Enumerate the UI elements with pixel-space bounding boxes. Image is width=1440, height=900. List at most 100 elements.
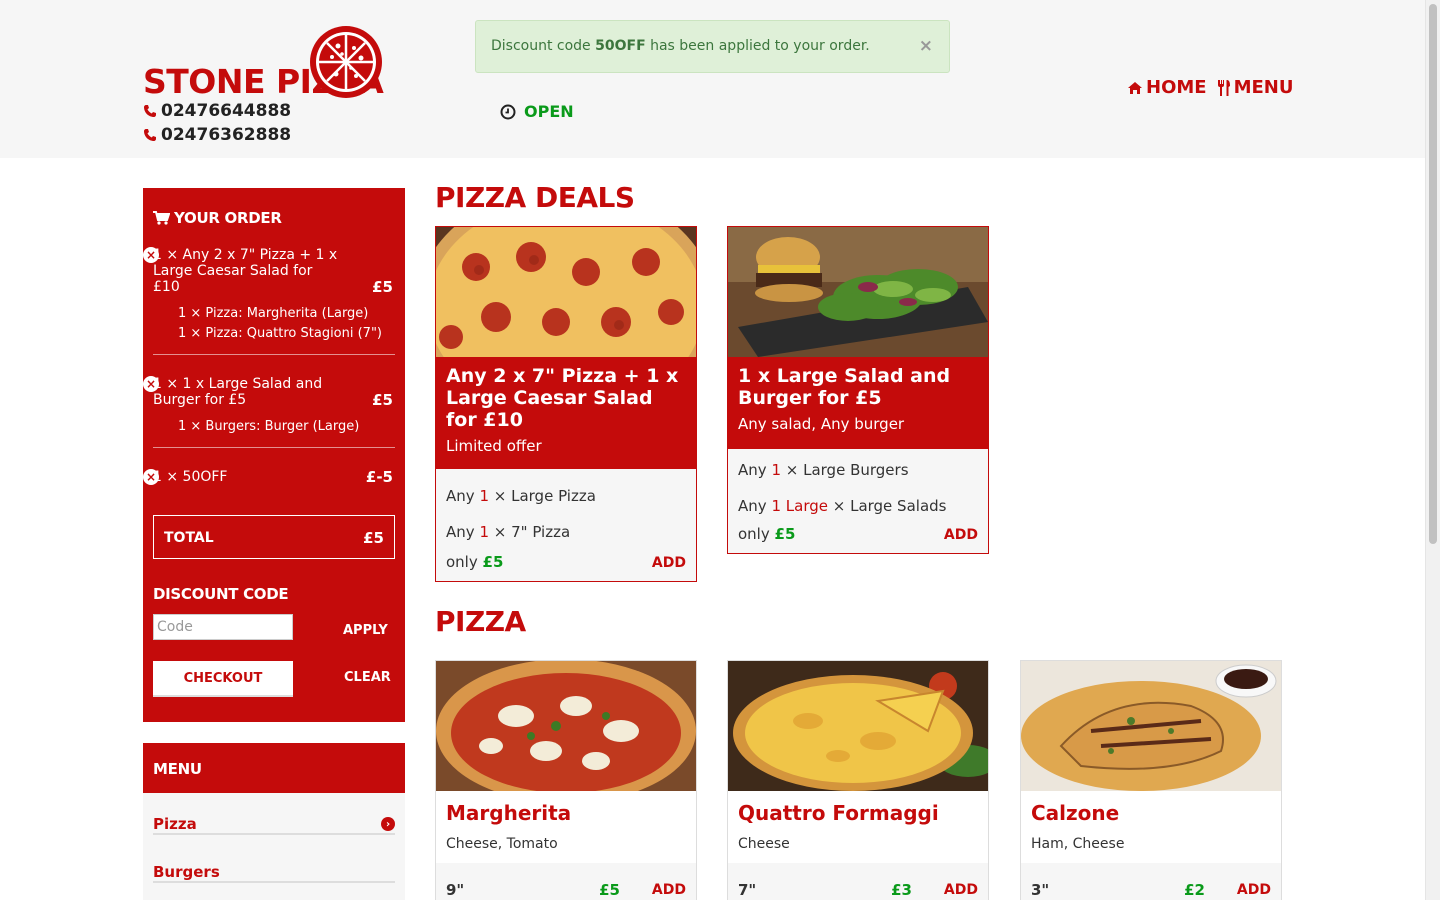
pizza-price: £2 bbox=[1184, 881, 1205, 899]
pizza-logo-icon bbox=[310, 26, 382, 98]
req-qty: 1 bbox=[771, 461, 781, 479]
order-divider bbox=[153, 447, 395, 448]
pizza-name: Margherita bbox=[446, 801, 572, 825]
chevron-right-icon: › bbox=[381, 817, 395, 831]
pizza-size: 7" bbox=[738, 881, 757, 899]
order-line: × 1 × 50OFF £-5 bbox=[143, 469, 395, 485]
add-deal-button[interactable]: ADD bbox=[944, 527, 978, 543]
cart-icon bbox=[153, 211, 170, 225]
quattro-formaggi-image bbox=[728, 661, 988, 791]
deal-price: only £5 bbox=[446, 553, 503, 571]
pizza-ingredients: Cheese, Tomato bbox=[446, 836, 558, 852]
order-panel: YOUR ORDER × 1 × Any 2 x 7" Pizza + 1 x … bbox=[143, 188, 405, 722]
apply-discount-button[interactable]: APPLY bbox=[343, 623, 388, 638]
deal-requirement: Any 1 × 7" Pizza bbox=[446, 523, 686, 541]
nav-menu-label: MENU bbox=[1233, 77, 1294, 98]
menu-item-burgers[interactable]: Burgers bbox=[153, 841, 395, 883]
menu-item-label: Pizza bbox=[153, 815, 197, 833]
nav-home[interactable]: HOME bbox=[1127, 77, 1207, 98]
close-alert-button[interactable]: × bbox=[919, 36, 933, 56]
add-pizza-button[interactable]: ADD bbox=[652, 882, 686, 898]
req-item: × Large Pizza bbox=[493, 487, 596, 505]
deal-description: Any salad, Any burger bbox=[738, 415, 905, 433]
nav-menu[interactable]: MENU bbox=[1217, 77, 1294, 98]
remove-item-icon[interactable]: × bbox=[143, 469, 159, 485]
order-line-price: £5 bbox=[372, 278, 393, 296]
section-title-pizza: PIZZA bbox=[435, 605, 526, 638]
discount-code-label: DISCOUNT CODE bbox=[153, 585, 289, 603]
order-total: TOTAL £5 bbox=[153, 515, 395, 559]
pizza-option-row: 7" £3 ADD bbox=[728, 863, 988, 900]
clock-icon bbox=[500, 104, 516, 119]
pizza-option-row: 3" £2 ADD bbox=[1021, 863, 1281, 900]
pizza-option-row: 9" £5 ADD bbox=[436, 863, 696, 900]
pepperoni-pizza-image bbox=[436, 227, 696, 357]
cutlery-icon bbox=[1217, 79, 1230, 96]
menu-panel-title: MENU bbox=[143, 743, 405, 793]
req-any: Any bbox=[738, 461, 767, 479]
menu-item-label: Burgers bbox=[153, 863, 220, 881]
logo[interactable]: STONE PIZZA bbox=[143, 24, 388, 104]
add-deal-button[interactable]: ADD bbox=[652, 555, 686, 571]
pizza-card: Calzone Ham, Cheese 3" £2 ADD bbox=[1020, 660, 1282, 900]
req-any: Any bbox=[446, 523, 475, 541]
order-line-label: 1 × 50OFF bbox=[153, 469, 228, 485]
deal-card: 1 x Large Salad and Burger for £5 Any sa… bbox=[727, 226, 989, 554]
total-label: TOTAL bbox=[164, 530, 214, 546]
add-pizza-button[interactable]: ADD bbox=[944, 882, 978, 898]
pizza-card: Quattro Formaggi Cheese 7" £3 ADD bbox=[727, 660, 989, 900]
order-subitem: 1 × Pizza: Margherita (Large) bbox=[178, 306, 369, 321]
alert-code: 50OFF bbox=[595, 38, 646, 54]
deal-requirement: Any 1 Large × Large Salads bbox=[738, 497, 978, 515]
deal-footer: only £5 ADD bbox=[446, 553, 686, 571]
order-subitem: 1 × Pizza: Quattro Stagioni (7") bbox=[178, 326, 383, 341]
scrollbar-thumb[interactable] bbox=[1429, 4, 1437, 544]
remove-item-icon[interactable]: × bbox=[143, 376, 159, 392]
deal-requirement: Any 1 × Large Pizza bbox=[446, 487, 686, 505]
deal-price-value: £5 bbox=[774, 525, 796, 543]
total-value: £5 bbox=[363, 529, 384, 547]
margherita-image bbox=[436, 661, 696, 791]
order-line-label: 1 × Any 2 x 7" Pizza + 1 x Large Caesar … bbox=[153, 247, 338, 295]
alert-suffix: has been applied to your order. bbox=[645, 38, 870, 54]
deal-header: Any 2 x 7" Pizza + 1 x Large Caesar Sala… bbox=[436, 357, 696, 469]
deal-requirement: Any 1 × Large Burgers bbox=[738, 461, 978, 479]
home-icon bbox=[1128, 81, 1142, 94]
site-header: STONE PIZZA 02476644888 02476362888 Disc… bbox=[0, 0, 1425, 158]
pizza-size: 3" bbox=[1031, 881, 1050, 899]
req-item: × Large Burgers bbox=[785, 461, 909, 479]
req-item: × 7" Pizza bbox=[493, 523, 571, 541]
checkout-button[interactable]: CHECKOUT bbox=[153, 661, 293, 697]
order-subitem: 1 × Burgers: Burger (Large) bbox=[178, 419, 360, 434]
pizza-name: Calzone bbox=[1031, 801, 1120, 825]
deal-body: Any 1 × Large Burgers Any 1 Large × Larg… bbox=[728, 449, 988, 553]
deal-footer: only £5 ADD bbox=[738, 525, 978, 543]
order-line-price: £5 bbox=[372, 391, 393, 409]
deal-body: Any 1 × Large Pizza Any 1 × 7" Pizza onl… bbox=[436, 469, 696, 581]
page-scrollbar[interactable] bbox=[1425, 0, 1440, 900]
req-qty: 1 bbox=[479, 523, 489, 541]
remove-item-icon[interactable]: × bbox=[143, 247, 159, 263]
menu-category-list: Pizza › Burgers bbox=[143, 793, 405, 900]
pizza-size: 9" bbox=[446, 881, 465, 899]
deal-only-label: only bbox=[738, 525, 770, 543]
clear-order-button[interactable]: CLEAR bbox=[344, 670, 391, 685]
discount-alert: Discount code 50OFF has been applied to … bbox=[475, 20, 950, 73]
menu-item-pizza[interactable]: Pizza › bbox=[153, 793, 395, 835]
phone-number-1[interactable]: 02476644888 bbox=[143, 101, 291, 121]
discount-code-input[interactable] bbox=[153, 614, 293, 640]
order-line: × 1 × 1 x Large Salad and Burger for £5 … bbox=[143, 376, 395, 409]
section-title-deals: PIZZA DEALS bbox=[435, 181, 635, 214]
phone-icon bbox=[144, 105, 156, 117]
phone-number-2[interactable]: 02476362888 bbox=[143, 125, 291, 145]
req-item: × Large Salads bbox=[832, 497, 947, 515]
order-divider bbox=[153, 354, 395, 355]
pizza-ingredients: Cheese bbox=[738, 836, 790, 852]
add-pizza-button[interactable]: ADD bbox=[1237, 882, 1271, 898]
burger-salad-image bbox=[728, 227, 988, 357]
order-title: YOUR ORDER bbox=[153, 209, 282, 227]
order-line: × 1 × Any 2 x 7" Pizza + 1 x Large Caesa… bbox=[143, 247, 395, 296]
pizza-price: £5 bbox=[599, 881, 620, 899]
deal-price: only £5 bbox=[738, 525, 795, 543]
deal-title: 1 x Large Salad and Burger for £5 bbox=[738, 365, 951, 409]
